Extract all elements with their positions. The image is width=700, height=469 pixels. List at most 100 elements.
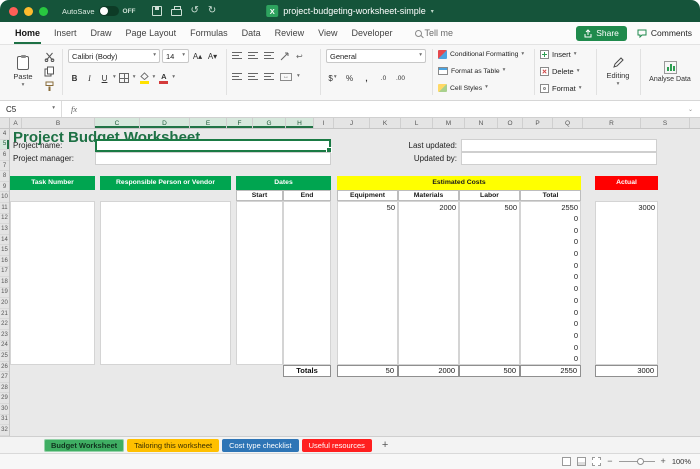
cell-total-zero-6[interactable]: 0 xyxy=(520,271,581,283)
column-header-M[interactable]: M xyxy=(433,118,465,128)
delete-cells-button[interactable]: Delete ▾ xyxy=(540,67,579,76)
subheader-equipment[interactable]: Equipment xyxy=(337,190,398,201)
print-icon[interactable] xyxy=(171,9,182,16)
increase-decimal-button[interactable]: .0 xyxy=(377,71,390,85)
wrap-text-icon[interactable]: ↩ xyxy=(296,52,303,61)
body-actual[interactable] xyxy=(595,201,658,365)
row-header-30[interactable]: 30 xyxy=(0,404,9,415)
column-header-J[interactable]: J xyxy=(334,118,370,128)
add-sheet-button[interactable]: + xyxy=(382,440,388,451)
column-header-N[interactable]: N xyxy=(465,118,498,128)
body-materials[interactable] xyxy=(398,201,459,365)
ribbon-tab-page-layout[interactable]: Page Layout xyxy=(119,22,184,44)
row-header-5[interactable]: 5 xyxy=(0,140,9,151)
row-header-13[interactable]: 13 xyxy=(0,224,9,235)
copy-icon[interactable] xyxy=(44,66,55,77)
row-header-11[interactable]: 11 xyxy=(0,203,9,214)
project-manager-input[interactable] xyxy=(95,152,331,165)
cell-total-zero-12[interactable]: 0 xyxy=(520,342,581,354)
fill-color-button[interactable] xyxy=(138,71,151,85)
body-labor[interactable] xyxy=(459,201,520,365)
cell-total-zero-9[interactable]: 0 xyxy=(520,307,581,319)
row-header-17[interactable]: 17 xyxy=(0,267,9,278)
ribbon-tab-insert[interactable]: Insert xyxy=(47,22,84,44)
cell-total-value[interactable]: 2550 xyxy=(520,202,581,213)
orientation-icon[interactable] xyxy=(280,51,291,61)
comments-button[interactable]: Comments xyxy=(637,28,692,38)
column-header-E[interactable]: E xyxy=(190,118,227,128)
column-header-S[interactable]: S xyxy=(641,118,690,128)
formula-bar-collapse-icon[interactable]: ⌄ xyxy=(681,106,700,113)
cell-total-zero-8[interactable]: 0 xyxy=(520,295,581,307)
project-name-input[interactable] xyxy=(95,139,331,152)
align-right-icon[interactable] xyxy=(264,73,275,81)
row-header-25[interactable]: 25 xyxy=(0,351,9,362)
undo-icon[interactable]: ↺ xyxy=(191,6,199,16)
ribbon-tab-tell-me[interactable]: Tell me xyxy=(408,22,461,44)
ribbon-tab-draw[interactable]: Draw xyxy=(84,22,119,44)
normal-view-icon[interactable] xyxy=(562,457,571,466)
cut-icon[interactable] xyxy=(44,51,55,62)
row-header-7[interactable]: 7 xyxy=(0,161,9,172)
conditional-formatting-button[interactable]: Conditional Formatting ▾ xyxy=(438,50,524,59)
row-header-31[interactable]: 31 xyxy=(0,415,9,426)
column-header-D[interactable]: D xyxy=(140,118,190,128)
column-header-Q[interactable]: Q xyxy=(553,118,583,128)
bold-button[interactable]: B xyxy=(68,71,81,85)
column-header-C[interactable]: C xyxy=(95,118,140,128)
redo-icon[interactable]: ↻ xyxy=(208,6,216,16)
ribbon-tab-formulas[interactable]: Formulas xyxy=(183,22,235,44)
zoom-slider-knob[interactable] xyxy=(637,458,644,465)
row-header-6[interactable]: 6 xyxy=(0,150,9,161)
row-header-16[interactable]: 16 xyxy=(0,256,9,267)
sheet-tab-useful-resources[interactable]: Useful resources xyxy=(302,439,372,452)
column-header-A[interactable]: A xyxy=(10,118,22,128)
cell-total-zero-10[interactable]: 0 xyxy=(520,318,581,330)
decrease-decimal-button[interactable]: .00 xyxy=(394,71,407,85)
header-task-number[interactable]: Task Number xyxy=(10,176,95,190)
column-header-O[interactable]: O xyxy=(498,118,523,128)
format-as-table-button[interactable]: Format as Table ▾ xyxy=(438,67,505,75)
header-actual[interactable]: Actual xyxy=(595,176,658,190)
cell-materials-value[interactable]: 2000 xyxy=(398,202,459,213)
column-header-L[interactable]: L xyxy=(401,118,433,128)
cell-total-zero-3[interactable]: 0 xyxy=(520,236,581,248)
align-left-icon[interactable] xyxy=(232,73,243,81)
zoom-level[interactable]: 100% xyxy=(672,457,691,466)
merge-center-icon[interactable]: ↔ xyxy=(280,73,292,81)
save-icon[interactable] xyxy=(152,6,162,16)
header-dates[interactable]: Dates xyxy=(236,176,331,190)
ribbon-tab-developer[interactable]: Developer xyxy=(345,22,400,44)
totals-equipment[interactable]: 50 xyxy=(337,365,398,377)
totals-label[interactable]: Totals xyxy=(283,365,331,377)
sheet-tab-budget-worksheet[interactable]: Budget Worksheet xyxy=(44,439,124,452)
row-header-28[interactable]: 28 xyxy=(0,383,9,394)
align-top-icon[interactable] xyxy=(232,52,243,60)
last-updated-input[interactable] xyxy=(461,139,657,152)
row-header-29[interactable]: 29 xyxy=(0,393,9,404)
insert-cells-button[interactable]: Insert ▾ xyxy=(540,50,577,59)
header-responsible[interactable]: Responsible Person or Vendor xyxy=(100,176,231,190)
row-header-10[interactable]: 10 xyxy=(0,192,9,203)
column-header-R[interactable]: R xyxy=(583,118,641,128)
row-header-32[interactable]: 32 xyxy=(0,425,9,436)
row-header-19[interactable]: 19 xyxy=(0,288,9,299)
cell-total-zero-5[interactable]: 0 xyxy=(520,260,581,272)
align-middle-icon[interactable] xyxy=(248,52,259,60)
column-header-P[interactable]: P xyxy=(523,118,553,128)
totals-actual[interactable]: 3000 xyxy=(595,365,658,377)
totals-materials[interactable]: 2000 xyxy=(398,365,459,377)
editing-button[interactable]: Editing ▾ xyxy=(600,50,636,94)
fullscreen-button[interactable] xyxy=(39,7,48,16)
row-header-12[interactable]: 12 xyxy=(0,214,9,225)
cell-equipment-value[interactable]: 50 xyxy=(337,202,398,213)
row-header-15[interactable]: 15 xyxy=(0,245,9,256)
accounting-format-button[interactable]: $▾ xyxy=(326,71,339,85)
align-center-icon[interactable] xyxy=(248,73,259,81)
underline-button[interactable]: U xyxy=(98,71,111,85)
subheader-labor[interactable]: Labor xyxy=(459,190,520,201)
zoom-slider[interactable] xyxy=(619,461,655,462)
row-header-27[interactable]: 27 xyxy=(0,372,9,383)
subheader-materials[interactable]: Materials xyxy=(398,190,459,201)
format-cells-button[interactable]: Format ▾ xyxy=(540,84,582,93)
